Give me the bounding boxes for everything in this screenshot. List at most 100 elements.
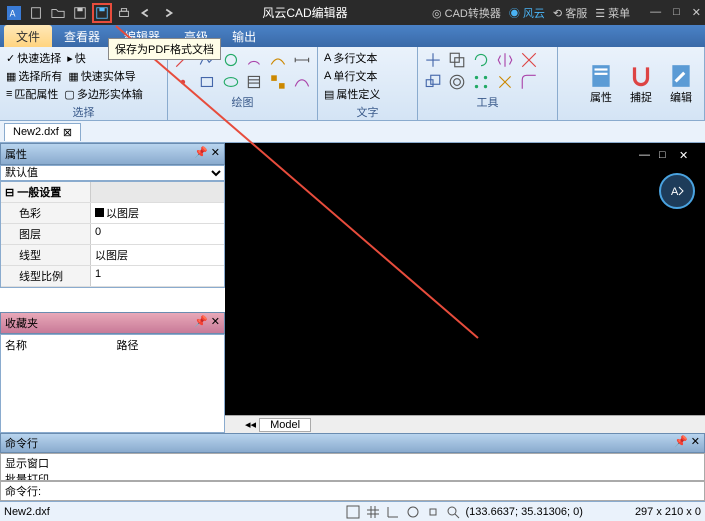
favorites-list: 名称 路径: [0, 334, 225, 433]
canvas-minimize-icon[interactable]: —: [639, 149, 655, 165]
document-tab-strip: New2.dxf⊠: [0, 121, 705, 143]
prop-row[interactable]: 线型比例1: [1, 266, 224, 287]
status-coords: (133.6637; 35.31306; 0): [466, 506, 583, 518]
match-props[interactable]: ≡匹配属性: [4, 85, 60, 103]
entity-export[interactable]: ▦快速实体导: [66, 67, 137, 85]
scale-tool-icon[interactable]: [424, 73, 442, 91]
polar-toggle-icon[interactable]: [406, 505, 420, 519]
pin-icon[interactable]: 📌 ✕: [194, 146, 220, 162]
drawing-canvas[interactable]: — □ ✕ A: [225, 143, 705, 415]
trim-tool-icon[interactable]: [520, 51, 538, 69]
undo-icon[interactable]: [136, 3, 156, 23]
copy-tool-icon[interactable]: [448, 51, 466, 69]
prop-row[interactable]: 线型以图层: [1, 245, 224, 266]
fav-name-column: 名称: [1, 335, 113, 432]
app-title: 风云CAD编辑器: [178, 4, 432, 21]
rect-tool-icon[interactable]: [198, 73, 216, 91]
freehand-tool-icon[interactable]: [293, 73, 311, 91]
menu-viewer[interactable]: 查看器: [52, 25, 112, 47]
document-tab[interactable]: New2.dxf⊠: [4, 123, 81, 141]
block-tool-icon[interactable]: [269, 73, 287, 91]
menu-output[interactable]: 输出: [220, 25, 268, 47]
point-tool-icon[interactable]: [174, 73, 192, 91]
prop-row[interactable]: 色彩以图层: [1, 203, 224, 224]
save-pdf-tooltip: 保存为PDF格式文档: [108, 38, 221, 60]
propdef[interactable]: ▤ 属性定义: [322, 85, 382, 103]
pin-icon[interactable]: 📌 ✕: [674, 435, 700, 451]
group-draw-label: 绘图: [172, 93, 313, 110]
curve-tool-icon[interactable]: [269, 51, 287, 69]
command-prompt-label: 命令行:: [5, 483, 41, 499]
tab-close-icon[interactable]: ⊠: [63, 126, 72, 139]
open-icon[interactable]: [48, 3, 68, 23]
explode-tool-icon[interactable]: [496, 73, 514, 91]
command-history: 显示窗口 批量打印: [0, 453, 705, 481]
new-icon[interactable]: [26, 3, 46, 23]
dimension-tool-icon[interactable]: [293, 51, 311, 69]
menu-link[interactable]: ☰ 菜单: [595, 5, 630, 21]
mtext[interactable]: A 多行文本: [322, 49, 379, 67]
fillet-tool-icon[interactable]: [520, 73, 538, 91]
arc-tool-icon[interactable]: [245, 51, 263, 69]
group-tool-label: 工具: [422, 93, 553, 110]
zoom-icon[interactable]: [446, 505, 460, 519]
ortho-toggle-icon[interactable]: [386, 505, 400, 519]
print-icon[interactable]: [114, 3, 134, 23]
fengyun-link[interactable]: ◉ 风云: [509, 5, 545, 21]
cad-converter-link[interactable]: ◎ CAD转换器: [432, 5, 501, 21]
commandline-header: 命令行📌 ✕: [0, 433, 705, 453]
status-filename: New2.dxf: [4, 506, 50, 518]
quick-view[interactable]: ▸快: [65, 49, 88, 67]
array-tool-icon[interactable]: [472, 73, 490, 91]
group-text-label: 文字: [322, 103, 413, 120]
menu-file[interactable]: 文件: [4, 25, 52, 47]
properties-panel-header: 属性📌 ✕: [0, 143, 225, 165]
favorites-panel-header: 收藏夹📌 ✕: [0, 312, 225, 334]
save-icon[interactable]: [70, 3, 90, 23]
support-link[interactable]: ⟲ 客服: [553, 5, 587, 21]
rotate-tool-icon[interactable]: [472, 51, 490, 69]
svg-text:A: A: [10, 8, 16, 18]
view-cube-icon[interactable]: A: [659, 173, 695, 209]
command-input-row: 命令行:: [0, 481, 705, 501]
canvas-maximize-icon[interactable]: □: [659, 149, 675, 165]
menu-bar: 文件 查看器 编辑器 高级 输出: [0, 25, 705, 47]
properties-button[interactable]: 属性: [582, 61, 620, 107]
redo-icon[interactable]: [158, 3, 178, 23]
app-logo[interactable]: A: [4, 3, 24, 23]
ellipse-tool-icon[interactable]: [222, 73, 240, 91]
maximize-icon[interactable]: □: [673, 6, 680, 19]
pin-icon[interactable]: 📌 ✕: [194, 315, 220, 331]
status-bar: New2.dxf (133.6637; 35.31306; 0) 297 x 2…: [0, 501, 705, 521]
grid-toggle-icon[interactable]: [366, 505, 380, 519]
command-input[interactable]: [41, 485, 700, 497]
model-tab-bar: ◂◂ Model: [225, 415, 705, 433]
move-tool-icon[interactable]: [424, 51, 442, 69]
svg-text:A: A: [671, 186, 679, 198]
group-select-label: 选择: [4, 103, 163, 120]
circle-tool-icon[interactable]: [222, 51, 240, 69]
quick-select[interactable]: ✓快速选择: [4, 49, 63, 67]
edit-button[interactable]: 编辑: [662, 61, 700, 107]
side-panel: 属性📌 ✕ 默认值 ⊟ 一般设置 色彩以图层 图层0 线型以图层 线型比例1 收…: [0, 143, 225, 433]
prop-row[interactable]: 图层0: [1, 224, 224, 245]
osnap-toggle-icon[interactable]: [426, 505, 440, 519]
snap-toggle-icon[interactable]: [346, 505, 360, 519]
model-tab[interactable]: Model: [259, 418, 311, 432]
polygon-entity[interactable]: ▢多边形实体输: [62, 85, 144, 103]
mirror-tool-icon[interactable]: [496, 51, 514, 69]
offset-tool-icon[interactable]: [448, 73, 466, 91]
property-filter-select[interactable]: 默认值: [0, 165, 225, 181]
canvas-close-icon[interactable]: ✕: [679, 149, 695, 165]
status-size: 297 x 210 x 0: [635, 506, 701, 518]
save-as-pdf-icon[interactable]: [92, 3, 112, 23]
minimize-icon[interactable]: —: [650, 6, 661, 19]
stext[interactable]: A 单行文本: [322, 67, 379, 85]
nav-first-icon[interactable]: ◂◂: [245, 418, 256, 431]
close-icon[interactable]: ✕: [692, 6, 701, 19]
snap-button[interactable]: 捕捉: [622, 61, 660, 107]
hatch-tool-icon[interactable]: [245, 73, 263, 91]
ribbon: ✓快速选择▸快 ▦选择所有▦快速实体导 ≡匹配属性▢多边形实体输 选择 绘图 A…: [0, 47, 705, 121]
select-all[interactable]: ▦选择所有: [4, 67, 64, 85]
title-bar: A 风云CAD编辑器 ◎ CAD转换器 ◉ 风云 ⟲ 客服 ☰ 菜单 — □ ✕: [0, 0, 705, 25]
